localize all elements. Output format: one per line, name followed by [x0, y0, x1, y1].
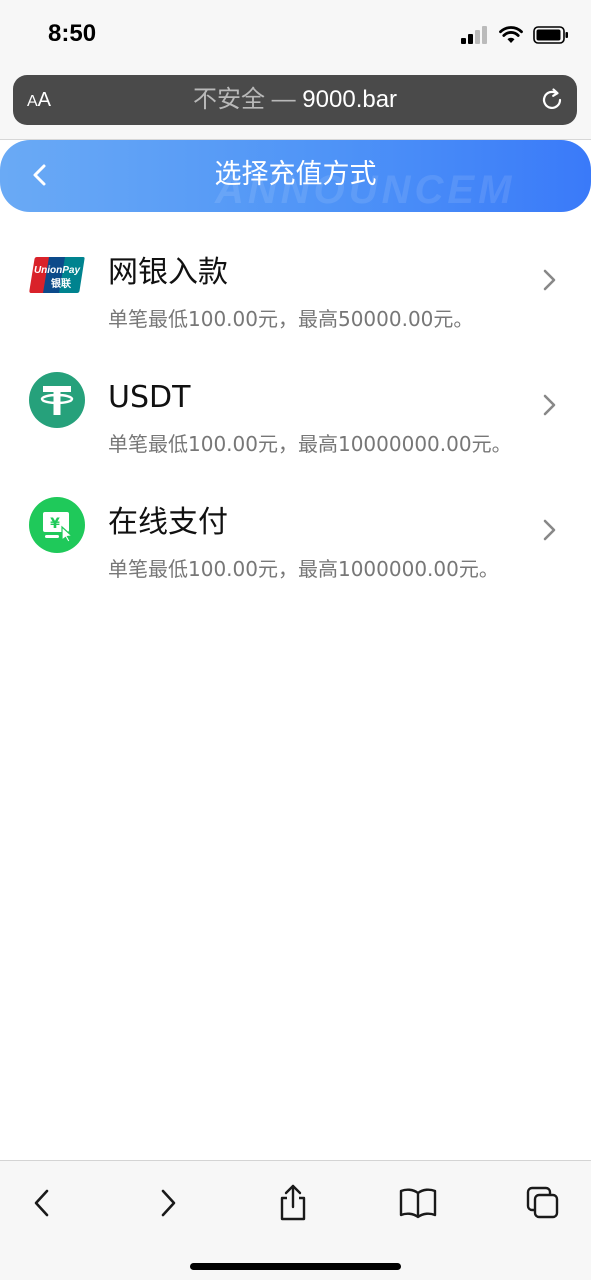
chevron-right-icon	[161, 1189, 176, 1217]
chevron-right-icon	[543, 269, 556, 291]
tether-icon	[29, 372, 85, 428]
url-security-label: 不安全 —	[192, 86, 303, 113]
unionpay-icon: UnionPay 银联	[29, 257, 85, 293]
tabs-button[interactable]	[523, 1183, 563, 1223]
chevron-left-icon	[34, 1189, 49, 1217]
payment-method-limit: 单笔最低100.00元，最高1000000.00元。	[108, 557, 499, 581]
svg-text:¥: ¥	[50, 516, 60, 532]
page-title: 选择充值方式	[214, 159, 377, 190]
url-text[interactable]: 不安全 — 9000.bar	[73, 86, 517, 114]
reload-icon[interactable]	[539, 87, 565, 113]
page-header: ANNOUNCEM 选择充值方式	[0, 140, 591, 212]
chevron-right-icon	[543, 519, 556, 541]
url-domain: 9000.bar	[302, 86, 398, 113]
status-icons	[461, 25, 569, 45]
online-pay-icon: ¥	[29, 497, 85, 553]
tabs-icon	[526, 1186, 559, 1219]
payment-method-list: UnionPay 银联 网银入款 单笔最低100.00元，最高50000.00元…	[0, 215, 591, 590]
home-indicator	[190, 1263, 401, 1270]
battery-icon	[533, 26, 568, 44]
payment-method-usdt[interactable]: USDT 单笔最低100.00元，最高10000000.00元。	[0, 340, 591, 465]
svg-text:银联: 银联	[51, 277, 71, 290]
status-time: 8:50	[48, 20, 97, 47]
payment-method-bank-transfer[interactable]: UnionPay 银联 网银入款 单笔最低100.00元，最高50000.00元…	[0, 215, 591, 340]
payment-method-limit: 单笔最低100.00元，最高50000.00元。	[108, 307, 474, 331]
svg-text:UnionPay: UnionPay	[34, 265, 81, 276]
browser-back-button[interactable]	[22, 1183, 62, 1223]
address-bar[interactable]: AA 不安全 — 9000.bar	[13, 75, 577, 125]
book-icon	[399, 1188, 437, 1219]
payment-method-online-pay[interactable]: ¥ 在线支付 单笔最低100.00元，最高1000000.00元。	[0, 465, 591, 590]
share-button[interactable]	[273, 1183, 313, 1223]
aa-large-letter: A	[37, 89, 52, 111]
status-bar: 8:50	[0, 0, 591, 70]
wifi-icon	[499, 26, 523, 43]
browser-chrome: AA 不安全 — 9000.bar	[0, 70, 591, 140]
payment-method-name: USDT	[108, 380, 191, 415]
chevron-right-icon	[543, 394, 556, 416]
browser-toolbar	[0, 1160, 591, 1280]
payment-method-limit: 单笔最低100.00元，最高10000000.00元。	[108, 432, 512, 456]
payment-method-name: 网银入款	[108, 255, 228, 290]
browser-forward-button[interactable]	[148, 1183, 188, 1223]
cellular-signal-icon	[461, 26, 487, 44]
payment-method-name: 在线支付	[108, 505, 228, 540]
text-size-button[interactable]: AA	[27, 87, 51, 115]
aa-small-letter: A	[27, 93, 38, 110]
share-icon	[280, 1184, 306, 1221]
bookmarks-button[interactable]	[398, 1183, 438, 1223]
